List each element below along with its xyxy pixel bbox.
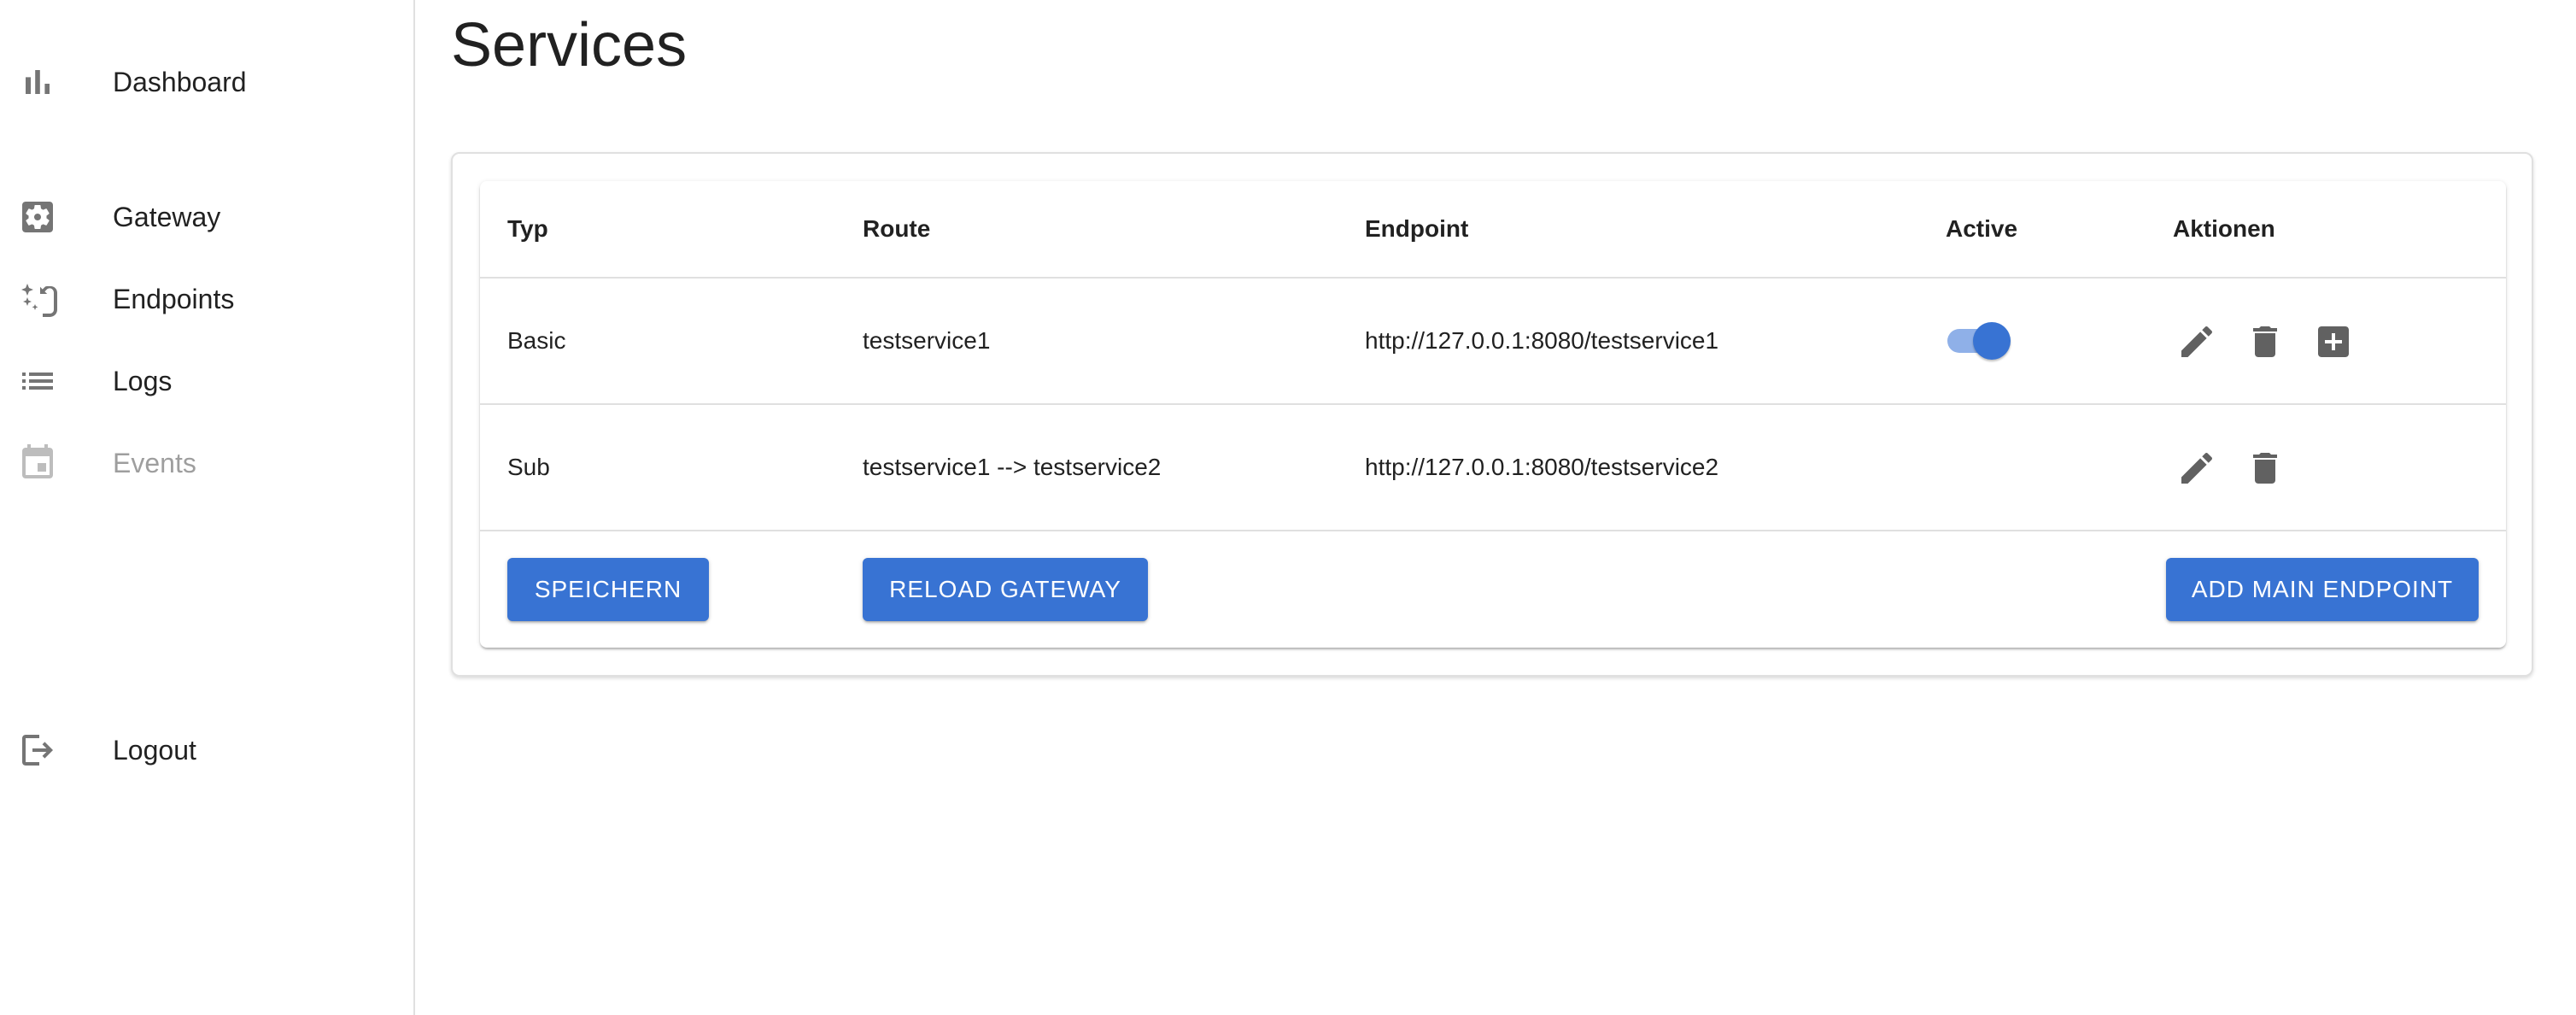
table-header-row: Typ Route Endpoint Active Aktionen — [480, 181, 2506, 279]
sidebar-item-label: Logout — [113, 734, 196, 766]
services-panel: Typ Route Endpoint Active Aktionen Basic… — [451, 152, 2533, 677]
app-root: Dashboard Gateway Endpoints Logs Events — [0, 0, 2576, 1015]
column-header-actions: Aktionen — [2173, 215, 2275, 242]
toggle-thumb — [1973, 322, 2011, 360]
delete-icon[interactable] — [2241, 444, 2289, 492]
list-icon — [17, 361, 58, 402]
sidebar-item-label: Endpoints — [113, 283, 235, 314]
cell-route: testservice1 — [863, 327, 991, 354]
sidebar: Dashboard Gateway Endpoints Logs Events — [0, 0, 415, 1015]
sidebar-item-label: Events — [113, 447, 196, 478]
services-table: Typ Route Endpoint Active Aktionen Basic… — [480, 181, 2506, 648]
page-title: Services — [451, 11, 688, 79]
add-box-icon[interactable] — [2310, 318, 2357, 366]
edit-icon[interactable] — [2173, 318, 2221, 366]
reload-gateway-button[interactable]: RELOAD GATEWAY — [863, 558, 1148, 621]
sidebar-item-endpoints[interactable]: Endpoints — [0, 258, 413, 340]
cell-route: testservice1 --> testservice2 — [863, 454, 1162, 480]
delete-icon[interactable] — [2241, 318, 2289, 366]
cell-typ: Sub — [507, 454, 550, 480]
cell-typ: Basic — [507, 327, 566, 354]
column-header-active: Active — [1946, 215, 2018, 242]
add-main-endpoint-button[interactable]: ADD MAIN ENDPOINT — [2166, 558, 2479, 621]
settings-applications-icon — [17, 197, 58, 238]
cell-active — [1946, 279, 2011, 403]
cell-endpoint: http://127.0.0.1:8080/testservice2 — [1365, 454, 1719, 480]
sidebar-item-logout[interactable]: Logout — [0, 709, 413, 791]
event-icon — [17, 443, 58, 484]
cell-endpoint: http://127.0.0.1:8080/testservice1 — [1365, 327, 1719, 354]
save-button[interactable]: SPEICHERN — [507, 558, 709, 621]
sidebar-item-label: Gateway — [113, 201, 221, 232]
sidebar-item-label: Logs — [113, 365, 173, 396]
active-toggle[interactable] — [1946, 320, 2011, 361]
sidebar-item-gateway[interactable]: Gateway — [0, 176, 413, 258]
table-footer: SPEICHERN RELOAD GATEWAY ADD MAIN ENDPOI… — [480, 531, 2506, 648]
table-row: Basic testservice1 http://127.0.0.1:8080… — [480, 279, 2506, 405]
call-split-icon — [17, 279, 58, 320]
column-header-typ: Typ — [507, 215, 548, 242]
column-header-route: Route — [863, 215, 931, 242]
sidebar-item-label: Dashboard — [113, 66, 247, 97]
sidebar-item-logs[interactable]: Logs — [0, 340, 413, 422]
edit-icon[interactable] — [2173, 444, 2221, 492]
bar-chart-icon — [17, 62, 58, 103]
sidebar-item-dashboard[interactable]: Dashboard — [0, 41, 413, 123]
column-header-endpoint: Endpoint — [1365, 215, 1469, 242]
table-row: Sub testservice1 --> testservice2 http:/… — [480, 405, 2506, 531]
logout-icon — [17, 730, 58, 771]
sidebar-item-events: Events — [0, 422, 413, 504]
